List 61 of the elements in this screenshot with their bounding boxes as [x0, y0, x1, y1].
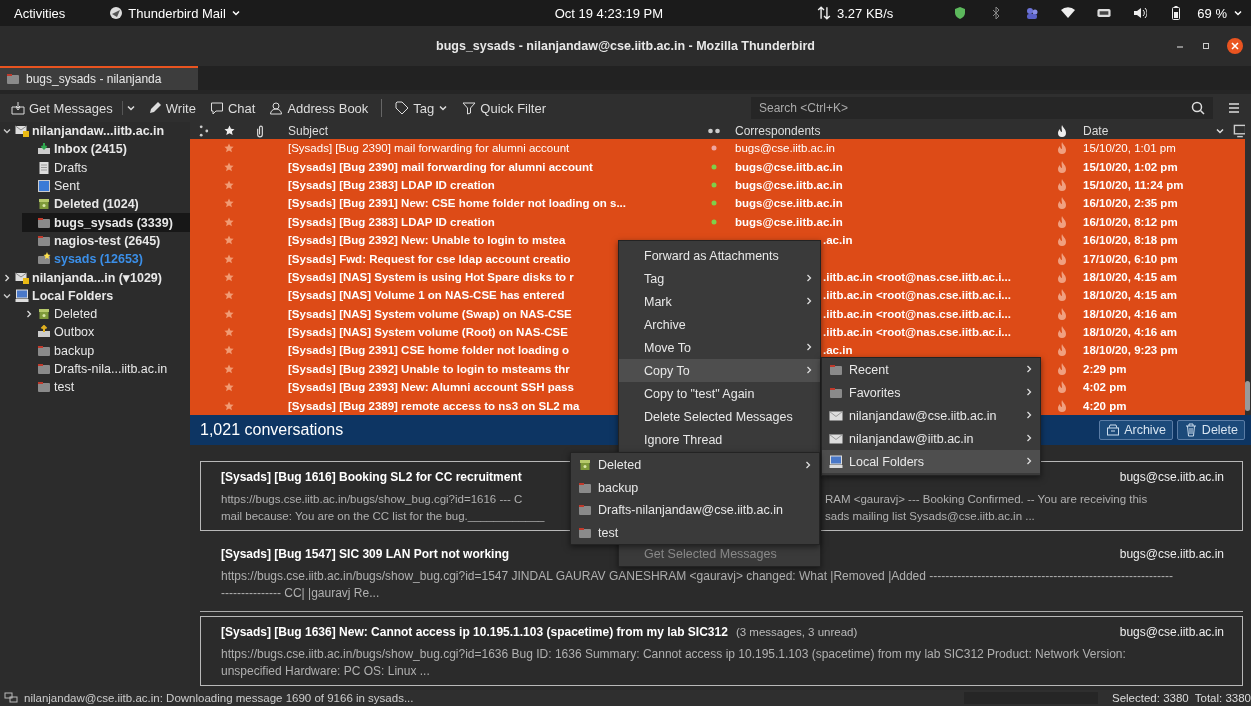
message-date: 18/10/20, 4:16 am [1083, 307, 1177, 320]
message-date: 16/10/20, 8:18 pm [1083, 234, 1178, 247]
message-subject: [Sysads] [Bug 1616] Booking SL2 for CC recruitment [221, 470, 522, 484]
message-subject: [Sysads] [NAS] System is using Hot Spare disks to r [288, 270, 574, 283]
message-sender: .iitb.ac.in <root@nas.cse.iitb.ac.i... [823, 326, 1011, 339]
message-sender: .iitb.ac.in <root@nas.cse.iitb.ac.i... [823, 270, 1011, 283]
message-date: 15/10/20, 11:24 pm [1083, 178, 1184, 191]
message-sender: .iitb.ac.in <root@nas.cse.iitb.ac.i... [823, 307, 1011, 320]
menu-item: Get Selected Messages [643, 545, 778, 563]
message-subject: [Sysads] [NAS] System volume (Swap) on NAS-CSE [288, 307, 572, 320]
message-subject: [Sysads] [NAS] Volume 1 on NAS-CSE has entered [288, 289, 565, 302]
selected-count: Selected: 3380 [1112, 692, 1189, 704]
message-subject: [Sysads] [Bug 2383] LDAP ID creation [288, 215, 495, 228]
message-snippet: https://bugs.cse.iitb.ac.in/bugs/show_bug.cgi?id=1616 --- C [221, 492, 524, 507]
message-subject: [Sysads] [Bug 2392] New: Unable to login to mstea [288, 234, 566, 247]
message-sender: bugs@cse.iitb.ac.in [735, 197, 843, 210]
message-subject: [Sysads] [Bug 1636] New: Cannot access ip 10.195.1.103 (spacetime) from my lab SIC312 [221, 625, 728, 639]
message-snippet: sads mailing list Sysads@cse.iitb.ac.in ... [825, 509, 1036, 524]
message-sender: .iitb.ac.in <root@nas.cse.iitb.ac.i... [823, 289, 1011, 302]
status-message: nilanjandaw@cse.iitb.ac.in: Downloading message 1690 of 9166 in sysads... [24, 692, 415, 704]
total-count: Total: 3380 [1194, 692, 1251, 704]
message-snippet: https://bugs.cse.iitb.ac.in/bugs/show_bug.cgi?id=1636 Bug ID: 1636 Summary: Cannot access ip 10.195.1.103 (spacetime) from my lab SIC312 Product: Network Version: unspecified Hardware: PC OS: Linux ... [221, 646, 1127, 680]
window-title: bugs_sysads - nilanjandaw@cse.iitb.ac.in - Mozilla Thunderbird [436, 39, 815, 53]
message-subject: [Sysads] [Bug 2393] New: Alumni account SSH pass [288, 381, 574, 394]
message-sender: bugs@cse.iitb.ac.in [1119, 470, 1224, 484]
message-subject: [Sysads] [Bug 1547] SIC 309 LAN Port not working [221, 547, 510, 561]
message-subject: [Sysads] [NAS] System volume (Root) on NAS-CSE [288, 326, 568, 339]
message-sender: .ac.in [823, 344, 853, 357]
conversation-count: 1,021 conversations [200, 421, 344, 439]
message-date: 18/10/20, 4:16 am [1083, 326, 1177, 339]
message-subject: [Sysads] [Bug 2389] remote access to ns3 on SL2 ma [288, 399, 580, 412]
message-subject: [Sysads] [Bug 2390] mail forwarding for alumni account [288, 142, 570, 155]
message-sender: bugs@cse.iitb.ac.in [1119, 547, 1224, 561]
message-sender: bugs@cse.iitb.ac.in [1119, 625, 1224, 639]
message-subject: [Sysads] Fwd: Request for cse ldap account creatio [288, 252, 571, 265]
message-subject: [Sysads] [Bug 2391] New: CSE home folder not loading on s... [288, 197, 626, 210]
message-snippet: RAM <gauravj> --- Booking Confirmed. -- You are receiving this [825, 492, 1149, 507]
message-subject: [Sysads] [Bug 2391] CSE home folder not loading o [288, 344, 570, 357]
network-speed: 3.27 KB/s [836, 5, 894, 21]
message-date: 16/10/20, 8:12 pm [1083, 215, 1178, 228]
message-date: 18/10/20, 4:15 am [1083, 289, 1177, 302]
thread-summary: (3 messages, 3 unread) [735, 626, 858, 638]
message-date: 18/10/20, 9:23 pm [1083, 344, 1178, 357]
message-date: 4:02 pm [1083, 381, 1127, 394]
message-sender: bugs@cse.iitb.ac.in [735, 160, 843, 173]
message-snippet: mail because: You are on the CC list for the bug.____________ [221, 509, 546, 524]
message-sender: bugs@cse.iitb.ac.in [735, 215, 843, 228]
message-date: 18/10/20, 4:15 am [1083, 270, 1177, 283]
message-sender: .ac.in [823, 234, 853, 247]
message-snippet: https://bugs.cse.iitb.ac.in/bugs/show_bug.cgi?id=1547 JINDAL GAURAV GANESHRAM <gauravj> changed: What |Removed |Added ---------------------------------------------------------------------------- CC| |gauravj Re... [221, 568, 1175, 602]
message-date: 15/10/20, 1:01 pm [1083, 142, 1176, 155]
message-sender: bugs@cse.iitb.ac.in [735, 178, 843, 191]
message-subject: [Sysads] [Bug 2383] LDAP ID creation [288, 178, 495, 191]
message-date: 16/10/20, 2:35 pm [1083, 197, 1178, 210]
message-sender: bugs@cse.iitb.ac.in [735, 142, 835, 155]
message-subject: [Sysads] [Bug 2390] mail forwarding for alumni account [288, 160, 593, 173]
message-subject: [Sysads] [Bug 2392] Unable to login to msteams thr [288, 362, 570, 375]
message-date: 4:20 pm [1083, 399, 1127, 412]
message-date: 2:29 pm [1083, 362, 1127, 375]
message-date: 15/10/20, 1:02 pm [1083, 160, 1178, 173]
message-date: 17/10/20, 6:10 pm [1083, 252, 1178, 265]
